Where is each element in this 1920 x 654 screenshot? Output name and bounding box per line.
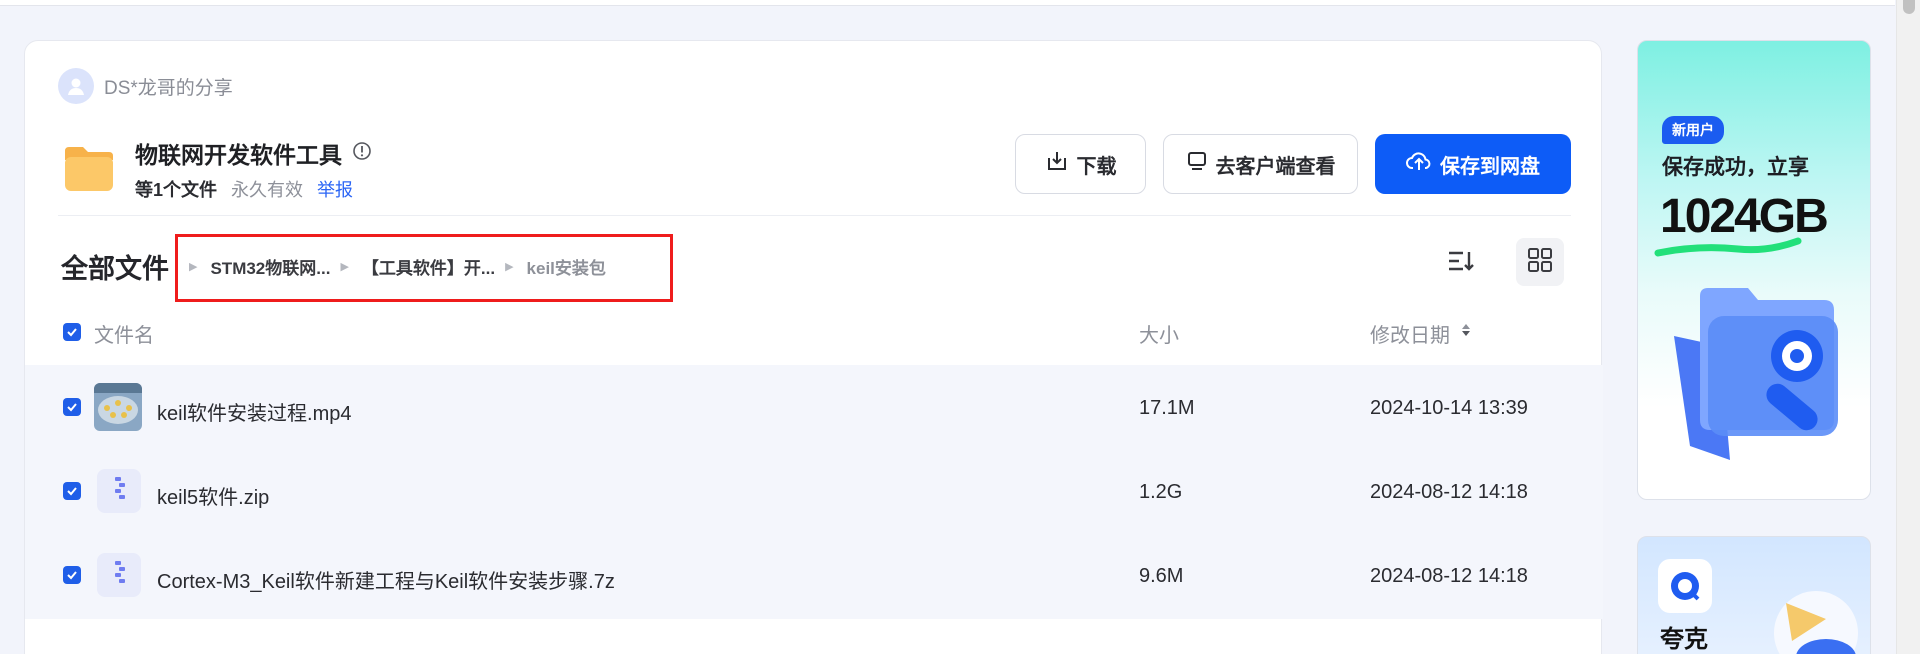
file-name[interactable]: Cortex-M3_Keil软件新建工程与Keil软件安装步骤.7z (157, 565, 615, 594)
file-size: 9.6M (1139, 565, 1184, 587)
file-name[interactable]: keil软件安装过程.mp4 (157, 397, 351, 426)
zip-file-icon (97, 469, 141, 513)
file-list: keil软件安装过程.mp4 17.1M 2024-10-14 13:39 ke… (25, 365, 1603, 619)
save-to-drive-button[interactable]: 保存到网盘 (1375, 134, 1571, 194)
column-date[interactable]: 修改日期 (1370, 319, 1450, 348)
file-count: 等1个文件 (135, 180, 218, 200)
table-row[interactable]: keil5软件.zip 1.2G 2024-08-12 14:18 (25, 449, 1603, 533)
top-bar (0, 0, 1895, 6)
sharer-name: DS*龙哥的分享 (104, 77, 233, 99)
info-icon[interactable] (352, 141, 372, 166)
avatar[interactable] (58, 68, 94, 104)
open-client-button[interactable]: 去客户端查看 (1163, 134, 1358, 194)
download-icon (1045, 149, 1069, 179)
download-button[interactable]: 下载 (1015, 134, 1146, 194)
column-name: 文件名 (94, 325, 154, 347)
file-date: 2024-10-14 13:39 (1370, 397, 1528, 419)
annotation-highlight-box (175, 234, 673, 302)
page-scrollbar[interactable] (1896, 0, 1920, 654)
promo-banner[interactable]: 新用户 保存成功，立享 1024GB (1637, 40, 1871, 500)
table-row[interactable]: keil软件安装过程.mp4 17.1M 2024-10-14 13:39 (25, 365, 1603, 449)
folder-title: 物联网开发软件工具 (135, 142, 342, 168)
quark-promo[interactable]: 夸克 (1637, 536, 1871, 654)
grid-icon (1527, 247, 1553, 278)
share-card: DS*龙哥的分享 物联网开发软件工具 等1个文件 永久有效 举报 下载 去客户端… (24, 40, 1603, 654)
folder-illustration (1652, 286, 1852, 471)
file-size: 1.2G (1139, 481, 1183, 503)
report-link[interactable]: 举报 (317, 176, 353, 202)
swoosh-graphic (1654, 235, 1804, 266)
sharer-info: DS*龙哥的分享 (58, 68, 233, 104)
new-user-badge: 新用户 (1662, 116, 1724, 144)
breadcrumb-root[interactable]: 全部文件 (61, 247, 169, 286)
sort-button[interactable] (1443, 245, 1479, 281)
table-row[interactable]: Cortex-M3_Keil软件新建工程与Keil软件安装步骤.7z 9.6M … (25, 533, 1603, 617)
sort-toggle-icon[interactable] (1460, 322, 1472, 343)
cloud-upload-icon (1406, 149, 1432, 179)
video-thumbnail (94, 383, 142, 431)
scrollbar-thumb[interactable] (1903, 0, 1915, 14)
validity-label: 永久有效 (231, 180, 304, 200)
row-checkbox[interactable] (63, 482, 81, 500)
folder-icon (61, 143, 117, 195)
sort-icon (1446, 248, 1476, 279)
grid-view-button[interactable] (1516, 238, 1564, 286)
quark-illustration (1756, 573, 1866, 654)
monitor-icon (1186, 150, 1208, 178)
download-label: 下载 (1076, 155, 1117, 178)
row-checkbox[interactable] (63, 398, 81, 416)
file-name[interactable]: keil5软件.zip (157, 481, 269, 510)
quark-brand-name: 夸克 (1660, 626, 1708, 653)
row-checkbox[interactable] (63, 566, 81, 584)
column-size: 大小 (1139, 325, 1179, 347)
divider (58, 215, 1571, 216)
file-date: 2024-08-12 14:18 (1370, 481, 1528, 503)
save-label: 保存到网盘 (1440, 155, 1540, 178)
folder-header: 物联网开发软件工具 等1个文件 永久有效 举报 (61, 136, 372, 202)
quark-logo-icon (1658, 559, 1712, 613)
file-date: 2024-08-12 14:18 (1370, 565, 1528, 587)
open-client-label: 去客户端查看 (1215, 155, 1336, 178)
file-size: 17.1M (1139, 397, 1195, 419)
zip-file-icon (97, 553, 141, 597)
promo-text: 保存成功，立享 (1662, 156, 1809, 179)
select-all-checkbox[interactable] (63, 323, 81, 341)
